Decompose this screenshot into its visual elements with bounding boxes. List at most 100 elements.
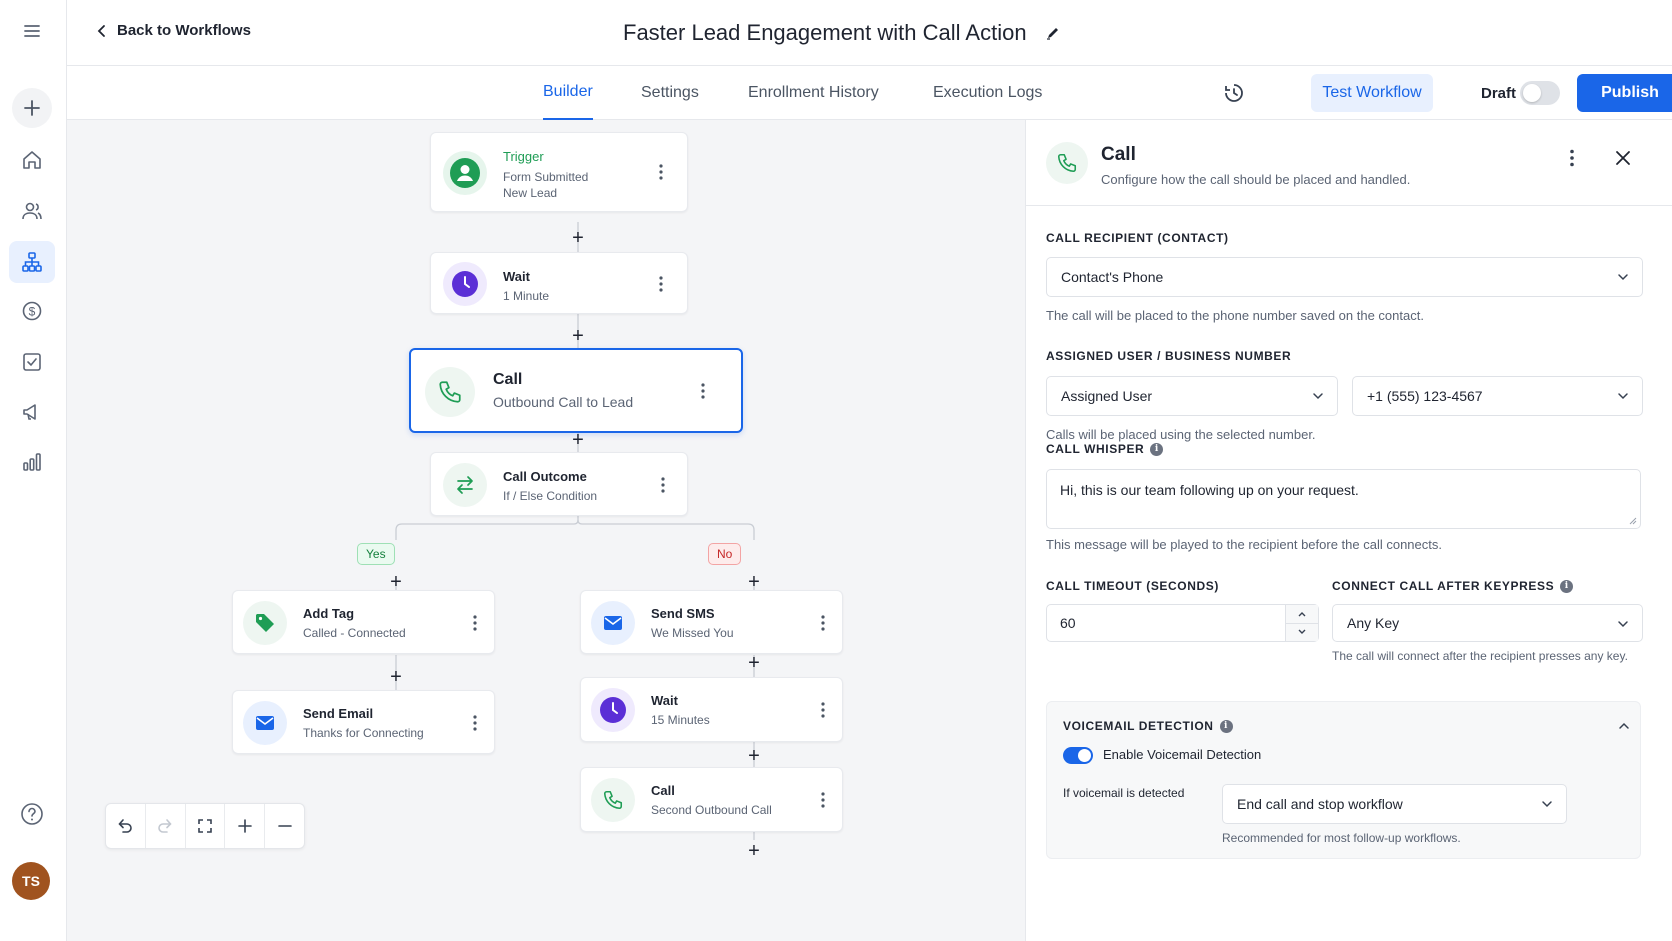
add-step-plus-icon[interactable]: +	[747, 841, 761, 861]
undo-icon[interactable]	[106, 804, 146, 848]
recipient-select[interactable]: Contact's Phone	[1046, 257, 1643, 297]
back-link[interactable]: Back to Workflows	[95, 22, 251, 39]
business-number-select[interactable]: +1 (555) 123-4567	[1352, 376, 1643, 416]
tab-execution-logs[interactable]: Execution Logs	[933, 66, 1042, 120]
increment-chevron-up-icon[interactable]	[1286, 605, 1318, 624]
workflow-name: Faster Lead Engagement with Call Action	[623, 20, 1027, 45]
info-icon[interactable]: i	[1219, 719, 1233, 733]
chevron-down-icon	[1313, 393, 1323, 400]
call-2-subtitle: Second Outbound Call	[651, 803, 772, 817]
reports-icon[interactable]	[9, 441, 55, 483]
workflows-icon[interactable]	[9, 241, 55, 283]
assigned-user-select[interactable]: Assigned User	[1046, 376, 1338, 416]
tab-builder[interactable]: Builder	[543, 66, 593, 120]
add-step-plus-icon[interactable]: +	[747, 572, 761, 592]
create-button[interactable]	[12, 88, 52, 128]
billing-icon[interactable]: $	[9, 290, 55, 332]
more-vertical-icon[interactable]	[653, 274, 669, 294]
marketing-icon[interactable]	[9, 391, 55, 433]
add-step-plus-icon[interactable]: +	[747, 653, 761, 673]
voicemail-toggle[interactable]	[1063, 747, 1093, 764]
assigned-help: Calls will be placed using the selected …	[1046, 427, 1316, 442]
assigned-user-value: Assigned User	[1061, 388, 1153, 404]
send-sms-title: Send SMS	[651, 606, 715, 621]
whisper-value: Hi, this is our team following up on you…	[1060, 482, 1359, 498]
wait-node[interactable]: Wait 1 Minute	[430, 252, 688, 314]
more-vertical-icon[interactable]	[467, 613, 483, 633]
more-vertical-icon[interactable]	[695, 381, 711, 401]
tab-settings[interactable]: Settings	[641, 66, 699, 120]
call-2-title: Call	[651, 783, 675, 798]
close-icon[interactable]	[1610, 144, 1636, 172]
top-bar: Back to Workflows Faster Lead Engagement…	[67, 0, 1672, 66]
add-tag-node[interactable]: Add Tag Called - Connected	[232, 590, 495, 654]
timeout-value: 60	[1060, 615, 1076, 631]
wait-2-title: Wait	[651, 693, 678, 708]
send-sms-subtitle: We Missed You	[651, 626, 734, 640]
more-vertical-icon[interactable]	[653, 162, 669, 182]
chevron-down-icon	[1618, 274, 1628, 281]
zoom-out-icon[interactable]	[265, 804, 304, 848]
more-vertical-icon[interactable]	[1562, 144, 1582, 172]
home-icon[interactable]	[9, 139, 55, 181]
whisper-textarea[interactable]: Hi, this is our team following up on you…	[1046, 469, 1641, 529]
add-step-plus-icon[interactable]: +	[571, 326, 585, 346]
add-step-plus-icon[interactable]: +	[571, 430, 585, 450]
tab-enrollment-history[interactable]: Enrollment History	[748, 66, 879, 120]
tab-bar: Builder Settings Enrollment History Exec…	[67, 66, 1672, 120]
draft-toggle[interactable]	[1520, 81, 1560, 105]
info-icon[interactable]: i	[1560, 579, 1574, 593]
panel-title: Call	[1101, 144, 1136, 165]
timeout-input[interactable]: 60	[1046, 604, 1319, 642]
trigger-node[interactable]: Trigger Form Submitted New Lead	[430, 132, 688, 212]
add-tag-title: Add Tag	[303, 606, 355, 621]
more-vertical-icon[interactable]	[815, 613, 831, 633]
edit-icon[interactable]	[1045, 25, 1061, 41]
more-vertical-icon[interactable]	[815, 790, 831, 810]
add-step-plus-icon[interactable]: +	[747, 746, 761, 766]
redo-icon[interactable]	[146, 804, 186, 848]
info-icon[interactable]: i	[1150, 442, 1164, 456]
workflow-canvas[interactable]: Trigger Form Submitted New Lead + Wait 1…	[67, 120, 1025, 941]
call-node-2[interactable]: Call Second Outbound Call	[580, 767, 843, 832]
contacts-icon[interactable]	[9, 190, 55, 232]
add-step-plus-icon[interactable]: +	[389, 572, 403, 592]
call-node[interactable]: Call Outbound Call to Lead	[409, 348, 743, 433]
tasks-icon[interactable]	[9, 341, 55, 383]
resize-handle-icon[interactable]	[1628, 516, 1637, 525]
more-vertical-icon[interactable]	[655, 475, 671, 495]
menu-icon[interactable]	[9, 10, 55, 52]
more-vertical-icon[interactable]	[467, 713, 483, 733]
recipient-value: Contact's Phone	[1061, 269, 1164, 285]
add-step-plus-icon[interactable]: +	[389, 667, 403, 687]
recipient-help: The call will be placed to the phone num…	[1046, 308, 1424, 323]
send-email-node[interactable]: Send Email Thanks for Connecting	[232, 690, 495, 754]
wait-node-2[interactable]: Wait 15 Minutes	[580, 677, 843, 742]
yes-branch-badge: Yes	[357, 543, 395, 565]
history-icon[interactable]	[1222, 81, 1246, 105]
fit-view-icon[interactable]	[186, 804, 226, 848]
trigger-line1: Form Submitted	[503, 170, 589, 184]
publish-button[interactable]: Publish	[1577, 74, 1672, 112]
test-workflow-button[interactable]: Test Workflow	[1311, 74, 1433, 112]
chevron-up-icon[interactable]	[1617, 719, 1631, 733]
draft-label: Draft	[1481, 85, 1517, 102]
help-icon[interactable]	[9, 793, 55, 835]
keypress-label: CONNECT CALL AFTER KEYPRESS i	[1332, 579, 1574, 593]
avatar[interactable]: TS	[12, 862, 50, 900]
voicemail-action-select[interactable]: End call and stop workflow	[1222, 784, 1567, 824]
phone-icon	[1046, 142, 1088, 184]
page-title: Faster Lead Engagement with Call Action	[623, 20, 1061, 46]
chevron-down-icon	[1618, 621, 1628, 628]
zoom-in-icon[interactable]	[225, 804, 266, 848]
more-vertical-icon[interactable]	[815, 700, 831, 720]
add-step-plus-icon[interactable]: +	[571, 228, 585, 248]
panel-subtitle: Configure how the call should be placed …	[1101, 172, 1411, 187]
voicemail-help: Recommended for most follow-up workflows…	[1222, 831, 1461, 845]
call-outcome-title: Call Outcome	[503, 469, 587, 484]
send-sms-node[interactable]: Send SMS We Missed You	[580, 590, 843, 654]
business-number-value: +1 (555) 123-4567	[1367, 388, 1483, 404]
keypress-select[interactable]: Any Key	[1332, 604, 1643, 642]
call-outcome-node[interactable]: Call Outcome If / Else Condition	[430, 452, 688, 516]
decrement-chevron-down-icon[interactable]	[1286, 624, 1318, 642]
